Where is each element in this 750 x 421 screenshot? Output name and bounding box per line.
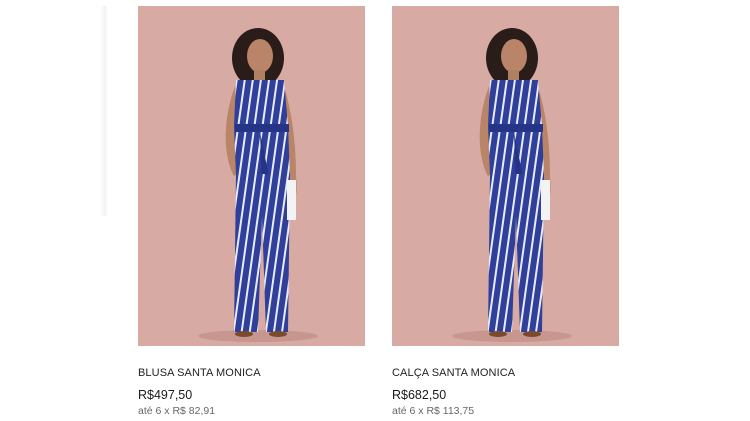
product-installments: até 6 x R$ 82,91 <box>138 405 216 417</box>
product-image[interactable] <box>392 6 619 346</box>
model-photo <box>452 28 572 342</box>
model-photo <box>198 28 318 342</box>
product-grid: BLUSA SANTA MONICA R$497,50 até 6 x R$ 8… <box>0 0 750 421</box>
product-name[interactable]: BLUSA SANTA MONICA <box>138 367 365 379</box>
product-card-calca[interactable]: CALÇA SANTA MONICA R$682,50 até 6 x R$ 1… <box>392 6 619 417</box>
product-image[interactable] <box>138 6 365 346</box>
product-price: R$682,50 <box>392 388 447 402</box>
product-price: R$497,50 <box>138 388 193 402</box>
left-edge-shadow <box>100 6 108 216</box>
product-card-blusa[interactable]: BLUSA SANTA MONICA R$497,50 até 6 x R$ 8… <box>138 6 365 417</box>
product-name[interactable]: CALÇA SANTA MONICA <box>392 367 619 379</box>
product-installments: até 6 x R$ 113,75 <box>392 405 475 417</box>
